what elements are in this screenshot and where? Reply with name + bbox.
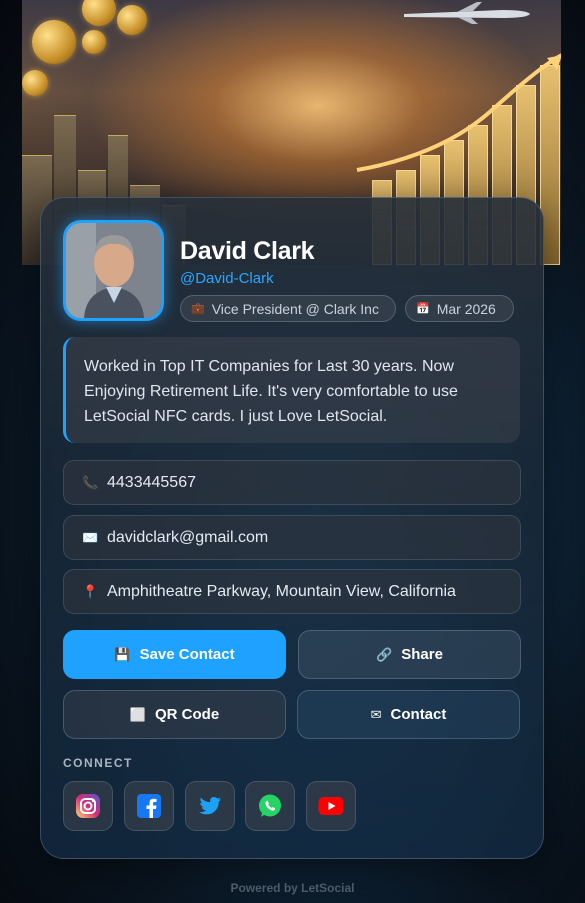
facebook-button[interactable] xyxy=(124,781,174,831)
growth-arrow-icon xyxy=(356,53,561,172)
floppy-disk-icon: 💾 xyxy=(114,646,131,662)
phone-field[interactable]: 📞 4433445567 xyxy=(63,460,521,505)
role-chip: 💼 Vice President @ Clark Inc xyxy=(180,295,396,322)
share-label: Share xyxy=(401,646,443,663)
location-pin-icon: 📍 xyxy=(82,583,99,599)
instagram-icon xyxy=(76,794,100,818)
whatsapp-icon xyxy=(259,794,281,817)
role-label: Vice President @ Clark Inc xyxy=(211,300,379,317)
address-field[interactable]: 📍 Amphitheatre Parkway, Mountain View, C… xyxy=(63,569,521,614)
twitter-button[interactable] xyxy=(185,781,235,831)
briefcase-icon: 💼 xyxy=(191,303,205,315)
profile-handle[interactable]: @David-Clark xyxy=(180,270,274,287)
connect-label: CONNECT xyxy=(63,756,133,770)
phone-value: 4433445567 xyxy=(107,473,196,491)
date-label: Mar 2026 xyxy=(436,300,496,317)
whatsapp-button[interactable] xyxy=(245,781,295,831)
airplane-icon xyxy=(404,2,530,24)
profile-photo xyxy=(66,223,161,318)
avatar xyxy=(63,220,164,321)
address-value: Amphitheatre Parkway, Mountain View, Cal… xyxy=(107,582,456,600)
email-icon: ✉️ xyxy=(82,529,99,545)
contact-label: Contact xyxy=(390,706,447,723)
qr-code-button[interactable]: ⬜ QR Code xyxy=(63,690,286,739)
email-value: davidclark@gmail.com xyxy=(107,528,269,546)
phone-icon: 📞 xyxy=(82,474,99,490)
calendar-icon: 📅 xyxy=(416,303,430,315)
youtube-icon xyxy=(318,797,344,815)
email-field[interactable]: ✉️ davidclark@gmail.com xyxy=(63,515,521,560)
share-button[interactable]: 🔗 Share xyxy=(298,630,521,679)
qr-code-label: QR Code xyxy=(155,706,220,723)
qr-code-icon: ⬜ xyxy=(129,706,146,722)
coin-decoration xyxy=(32,20,76,64)
save-contact-button[interactable]: 💾 Save Contact xyxy=(63,630,286,679)
link-icon: 🔗 xyxy=(376,646,393,662)
date-chip: 📅 Mar 2026 xyxy=(405,295,514,322)
coin-decoration xyxy=(117,5,147,35)
twitter-icon xyxy=(199,797,221,815)
save-contact-label: Save Contact xyxy=(139,646,235,663)
contact-button[interactable]: ✉ Contact xyxy=(297,690,520,739)
youtube-button[interactable] xyxy=(306,781,356,831)
footer-powered-by[interactable]: Powered by LetSocial xyxy=(0,881,585,895)
envelope-icon: ✉ xyxy=(370,706,382,722)
coin-decoration xyxy=(22,70,48,96)
instagram-button[interactable] xyxy=(63,781,113,831)
profile-name: David Clark xyxy=(180,237,315,265)
facebook-icon xyxy=(137,794,161,818)
coin-decoration xyxy=(82,0,116,26)
coin-decoration xyxy=(82,30,106,54)
bio-text: Worked in Top IT Companies for Last 30 y… xyxy=(63,337,520,443)
